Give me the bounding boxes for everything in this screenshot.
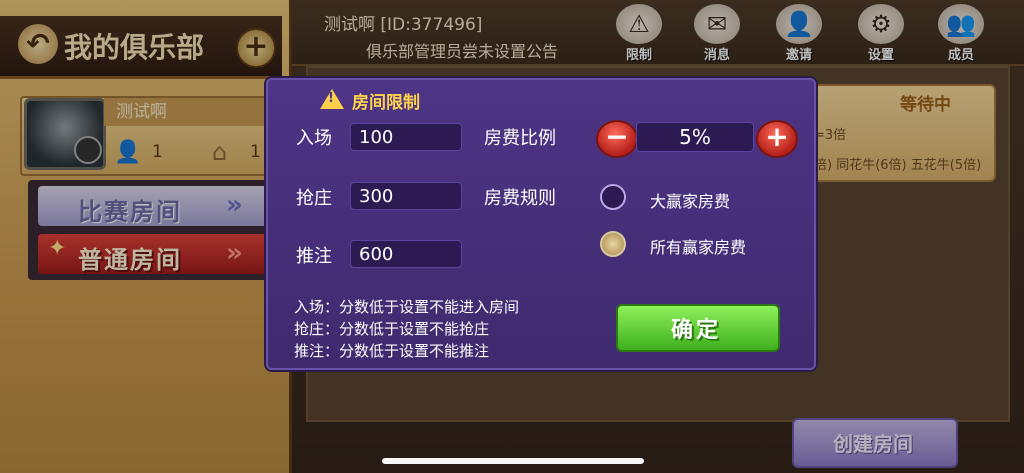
warning-icon-mark: ! (328, 91, 334, 106)
hint-text: 入场：分数低于设置不能进入房间 (294, 298, 520, 316)
fee-ratio-label: 房费比例 (484, 128, 556, 149)
bet-input[interactable]: 600 (350, 240, 462, 268)
fee-ratio-value: 5% (636, 122, 754, 152)
plus-icon[interactable]: + (756, 120, 798, 158)
entry-label: 入场 (296, 128, 332, 149)
hint-text: 推注：分数低于设置不能推注 (294, 342, 490, 360)
hint-text: 抢庄：分数低于设置不能抢庄 (294, 320, 490, 338)
home-indicator[interactable] (382, 458, 644, 464)
fee-rule-all-winners-radio[interactable] (600, 231, 626, 257)
fee-rule-big-winner-label: 大赢家房费 (650, 192, 731, 211)
bet-label: 推注 (296, 246, 332, 267)
minus-icon[interactable]: − (596, 120, 638, 158)
entry-input[interactable]: 100 (350, 123, 462, 151)
fee-rule-all-winners-label: 所有赢家房费 (650, 238, 747, 257)
fee-rule-label: 房费规则 (484, 188, 556, 209)
confirm-label: 确定 (670, 318, 721, 343)
dialog-title: 房间限制 (352, 93, 420, 113)
banker-label: 抢庄 (296, 188, 332, 209)
fee-rule-big-winner-radio[interactable] (600, 184, 626, 210)
banker-input[interactable]: 300 (350, 182, 462, 210)
